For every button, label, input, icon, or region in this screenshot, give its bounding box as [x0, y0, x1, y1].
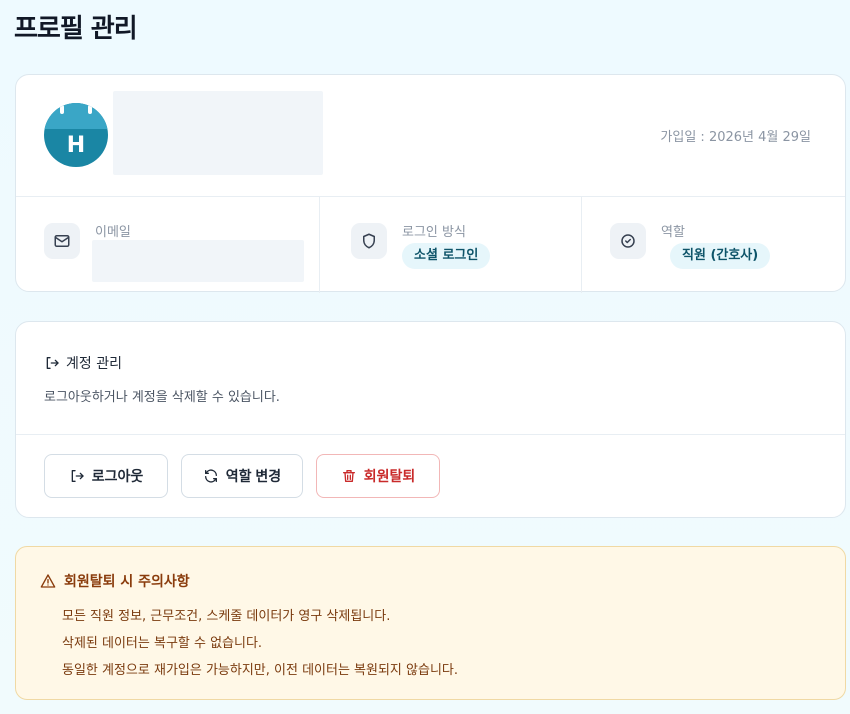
profile-header: H 가입일 : 2026년 4월 29일 — [16, 75, 845, 197]
change-role-button-label: 역할 변경 — [225, 468, 282, 484]
logout-arrow-icon — [44, 355, 60, 371]
email-label: 이메일 — [95, 225, 131, 240]
withdraw-warning-card: 회원탈퇴 시 주의사항 모든 직원 정보, 근무조건, 스케줄 데이터가 영구 … — [15, 546, 846, 700]
avatar-ring-left — [60, 105, 64, 114]
change-role-button[interactable]: 역할 변경 — [181, 454, 303, 498]
mail-icon — [44, 223, 80, 259]
account-header: 계정 관리 로그아웃하거나 계정을 삭제할 수 있습니다. — [16, 322, 845, 435]
email-placeholder — [92, 240, 304, 282]
warning-title-text: 회원탈퇴 시 주의사항 — [64, 574, 190, 590]
account-title-text: 계정 관리 — [66, 356, 122, 372]
page-title: 프로필 관리 — [14, 14, 138, 44]
withdraw-button-label: 회원탈퇴 — [363, 468, 416, 484]
logout-icon — [69, 468, 85, 484]
logout-button[interactable]: 로그아웃 — [44, 454, 168, 498]
withdraw-button[interactable]: 회원탈퇴 — [316, 454, 440, 498]
account-description: 로그아웃하거나 계정을 삭제할 수 있습니다. — [44, 390, 280, 405]
trash-icon — [341, 468, 357, 484]
logout-button-label: 로그아웃 — [91, 468, 144, 484]
avatar-ring-right — [88, 105, 92, 114]
refresh-icon — [203, 468, 219, 484]
warning-title: 회원탈퇴 시 주의사항 — [40, 571, 190, 591]
avatar-calendar-band — [44, 103, 108, 129]
login-method-badge: 소셜 로그인 — [402, 243, 491, 269]
shield-icon — [351, 223, 387, 259]
role-label: 역할 — [661, 225, 685, 240]
email-info: 이메일 — [16, 197, 320, 293]
warning-line: 모든 직원 정보, 근무조건, 스케줄 데이터가 영구 삭제됩니다. — [62, 609, 391, 624]
warning-line: 동일한 계정으로 재가입은 가능하지만, 이전 데이터는 복원되지 않습니다. — [62, 663, 458, 678]
check-circle-icon — [610, 223, 646, 259]
name-placeholder — [113, 91, 323, 175]
avatar-letter: H — [66, 133, 86, 158]
role-badge: 직원 (간호사) — [670, 243, 771, 269]
warning-triangle-icon — [40, 573, 56, 589]
account-title: 계정 관리 — [44, 353, 122, 373]
profile-card: H 가입일 : 2026년 4월 29일 이메일 로그인 방식 소셜 로그인 역… — [15, 74, 847, 293]
role-info: 역할 직원 (간호사) — [582, 197, 847, 293]
account-card: 계정 관리 로그아웃하거나 계정을 삭제할 수 있습니다. 로그아웃 역할 변경… — [15, 321, 846, 518]
login-method-label: 로그인 방식 — [402, 225, 466, 240]
join-date: 가입일 : 2026년 4월 29일 — [660, 130, 811, 145]
avatar: H — [44, 103, 108, 167]
warning-line: 삭제된 데이터는 복구할 수 없습니다. — [62, 636, 263, 651]
login-method-info: 로그인 방식 소셜 로그인 — [320, 197, 582, 293]
